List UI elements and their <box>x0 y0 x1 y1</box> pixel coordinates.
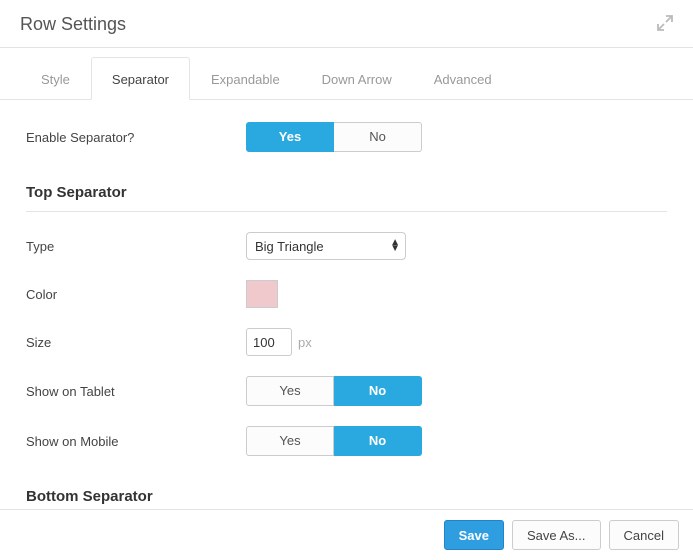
toggle-enable-separator: Yes No <box>246 122 422 152</box>
tablet-yes-button[interactable]: Yes <box>246 376 334 406</box>
tab-advanced[interactable]: Advanced <box>413 57 513 100</box>
tab-bar: Style Separator Expandable Down Arrow Ad… <box>0 56 693 100</box>
dialog-title: Row Settings <box>20 14 126 35</box>
tablet-no-button[interactable]: No <box>334 376 422 406</box>
toggle-show-mobile: Yes No <box>246 426 422 456</box>
size-input[interactable] <box>246 328 292 356</box>
tab-expandable[interactable]: Expandable <box>190 57 301 100</box>
label-type: Type <box>26 239 246 254</box>
label-show-mobile: Show on Mobile <box>26 434 246 449</box>
tab-down-arrow[interactable]: Down Arrow <box>301 57 413 100</box>
row-show-tablet: Show on Tablet Yes No <box>0 366 693 416</box>
type-select[interactable]: Big Triangle <box>246 232 406 260</box>
label-enable-separator: Enable Separator? <box>26 130 246 145</box>
section-title-bottom: Bottom Separator <box>26 488 667 510</box>
save-button[interactable]: Save <box>444 520 504 550</box>
size-unit: px <box>298 335 312 350</box>
toggle-show-tablet: Yes No <box>246 376 422 406</box>
section-bottom-separator: Bottom Separator <box>0 466 693 510</box>
enable-yes-button[interactable]: Yes <box>246 122 334 152</box>
row-type: Type Big Triangle ▲▼ <box>0 222 693 270</box>
mobile-yes-button[interactable]: Yes <box>246 426 334 456</box>
dialog-header: Row Settings <box>0 0 693 48</box>
save-as-button[interactable]: Save As... <box>512 520 601 550</box>
section-top-separator: Top Separator <box>0 162 693 222</box>
dialog-footer: Save Save As... Cancel <box>0 509 693 560</box>
cancel-button[interactable]: Cancel <box>609 520 679 550</box>
mobile-no-button[interactable]: No <box>334 426 422 456</box>
color-swatch[interactable] <box>246 280 278 308</box>
row-size: Size px <box>0 318 693 366</box>
tab-separator[interactable]: Separator <box>91 57 190 100</box>
content-scroll[interactable]: Enable Separator? Yes No Top Separator T… <box>0 100 693 510</box>
label-show-tablet: Show on Tablet <box>26 384 246 399</box>
row-enable-separator: Enable Separator? Yes No <box>0 100 693 162</box>
label-size: Size <box>26 335 246 350</box>
section-title-top: Top Separator <box>26 184 667 212</box>
row-color: Color <box>0 270 693 318</box>
label-color: Color <box>26 287 246 302</box>
row-show-mobile: Show on Mobile Yes No <box>0 416 693 466</box>
tab-style[interactable]: Style <box>20 57 91 100</box>
enable-no-button[interactable]: No <box>334 122 422 152</box>
expand-icon[interactable] <box>657 15 673 34</box>
